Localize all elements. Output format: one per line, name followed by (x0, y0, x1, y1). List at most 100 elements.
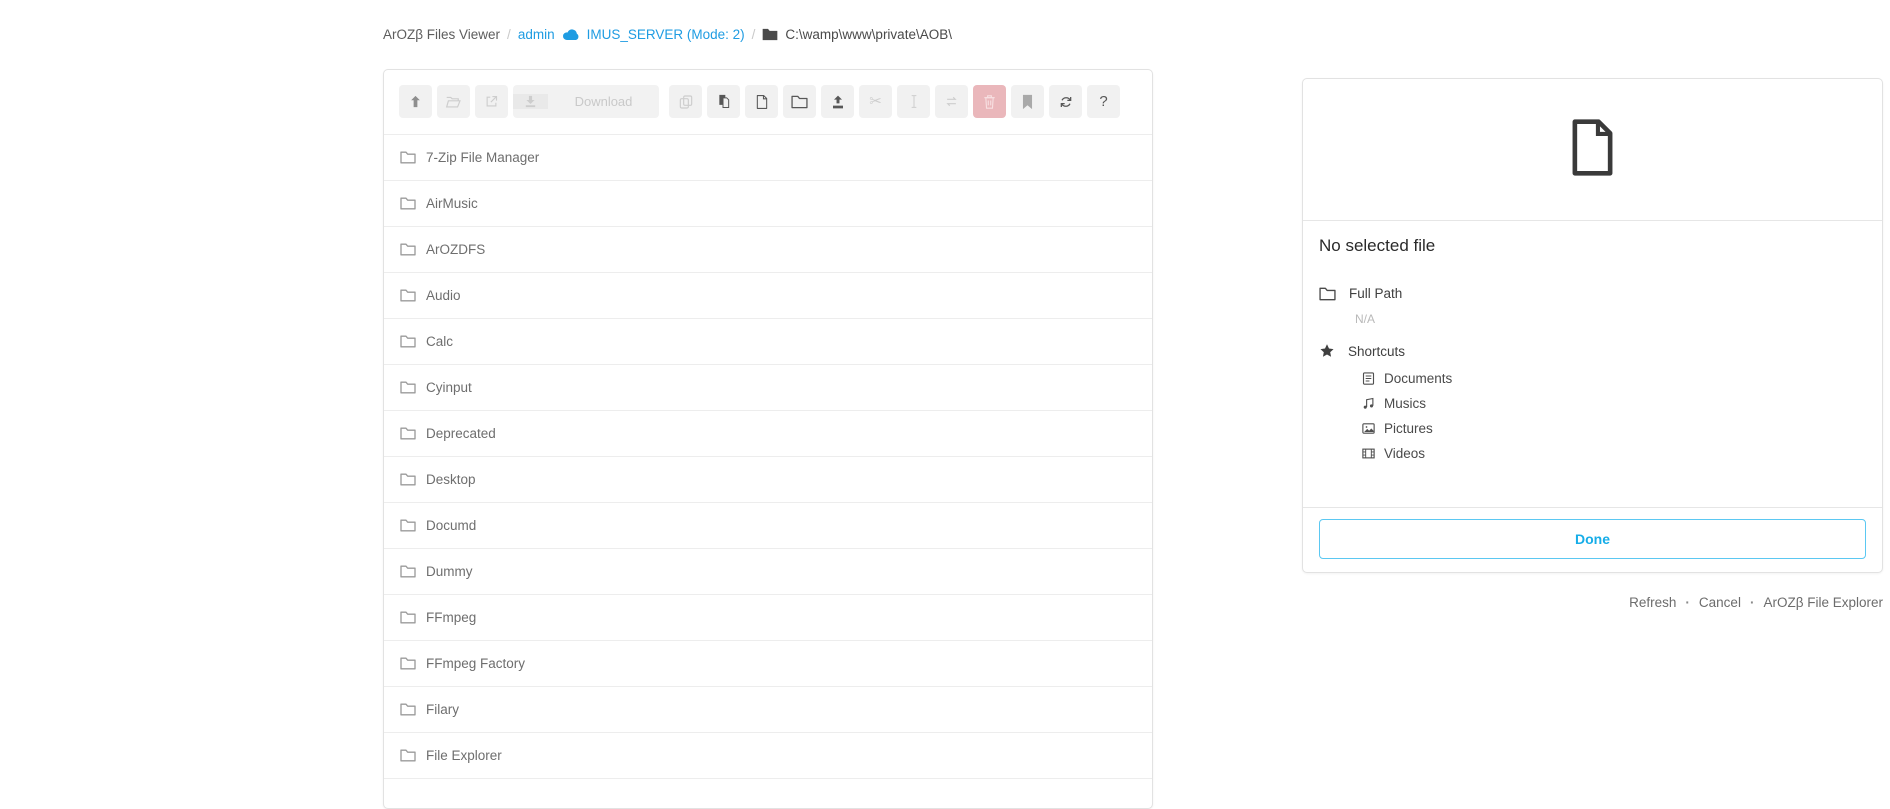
done-button[interactable]: Done (1319, 519, 1866, 559)
file-row[interactable]: Dummy (384, 548, 1152, 594)
big-file-icon (1569, 119, 1616, 181)
file-row[interactable]: FFmpeg Factory (384, 640, 1152, 686)
folder-open-icon (445, 94, 462, 109)
new-file-button[interactable] (745, 85, 778, 118)
folder-icon (400, 335, 416, 348)
folder-icon (762, 28, 778, 41)
cut-button[interactable]: ✂ (859, 85, 892, 118)
star-icon (1319, 343, 1335, 359)
new-folder-button[interactable] (783, 85, 816, 118)
dot-separator: · (1750, 595, 1755, 610)
trash-icon (982, 94, 997, 110)
exchange-arrows-icon (943, 94, 960, 109)
pictures-icon (1361, 421, 1376, 436)
file-name: Deprecated (426, 426, 496, 441)
no-selection-title: No selected file (1319, 236, 1866, 256)
shortcut-pictures[interactable]: Pictures (1361, 416, 1866, 441)
file-name: 7-Zip File Manager (426, 150, 539, 165)
folder-icon (400, 749, 416, 762)
music-icon (1361, 396, 1376, 411)
file-row[interactable]: Desktop (384, 456, 1152, 502)
shortcut-label: Videos (1384, 446, 1425, 461)
footer-links: Refresh · Cancel · ArOZβ File Explorer (1629, 595, 1883, 610)
file-name: FFmpeg (426, 610, 476, 625)
videos-icon (1361, 446, 1376, 461)
swap-button[interactable] (935, 85, 968, 118)
folder-icon (400, 473, 416, 486)
file-row[interactable]: Deprecated (384, 410, 1152, 456)
question-icon: ? (1099, 94, 1107, 109)
rename-button[interactable] (897, 85, 930, 118)
folder-icon (400, 611, 416, 624)
upload-button[interactable] (821, 85, 854, 118)
download-icon (513, 94, 548, 109)
file-browser-card: Download ✂ (383, 69, 1153, 809)
upload-icon (830, 94, 846, 110)
refresh-link[interactable]: Refresh (1629, 595, 1676, 610)
current-path: C:\wamp\www\private\AOB\ (785, 27, 952, 42)
file-name: Filary (426, 702, 459, 717)
delete-button[interactable] (973, 85, 1006, 118)
folder-icon (400, 519, 416, 532)
toolbar: Download ✂ (384, 70, 1152, 134)
bookmark-icon (1021, 94, 1034, 110)
breadcrumb-separator: / (507, 27, 511, 42)
shortcuts-row: Shortcuts (1319, 343, 1866, 359)
file-row[interactable]: FFmpeg (384, 594, 1152, 640)
file-name: Dummy (426, 564, 473, 579)
file-row[interactable]: File Explorer (384, 732, 1152, 778)
shortcut-label: Documents (1384, 371, 1452, 386)
full-path-label: Full Path (1349, 286, 1402, 301)
breadcrumb-server-link[interactable]: IMUS_SERVER (Mode: 2) (587, 27, 745, 42)
download-label: Download (548, 94, 659, 109)
file-row[interactable]: Audio (384, 272, 1152, 318)
download-button[interactable]: Download (513, 85, 659, 118)
file-row[interactable]: Documd (384, 502, 1152, 548)
folder-icon (400, 381, 416, 394)
file-name: FFmpeg Factory (426, 656, 525, 671)
folder-icon (400, 289, 416, 302)
paste-button[interactable] (707, 85, 740, 118)
file-row[interactable]: Filary (384, 686, 1152, 732)
open-button[interactable] (437, 85, 470, 118)
shortcut-documents[interactable]: Documents (1361, 366, 1866, 391)
file-name: Documd (426, 518, 476, 533)
cloud-icon (562, 28, 580, 41)
file-name: Calc (426, 334, 453, 349)
file-name: AirMusic (426, 196, 478, 211)
open-in-new-window-button[interactable] (475, 85, 508, 118)
file-list-partial-row (384, 778, 1152, 792)
dot-separator: · (1685, 595, 1690, 610)
scissors-icon: ✂ (869, 94, 882, 109)
file-row[interactable]: ArOZDFS (384, 226, 1152, 272)
copy-button[interactable] (669, 85, 702, 118)
file-explorer-link[interactable]: ArOZβ File Explorer (1763, 595, 1883, 610)
refresh-button[interactable] (1049, 85, 1082, 118)
shortcut-musics[interactable]: Musics (1361, 391, 1866, 416)
folder-icon (400, 151, 416, 164)
shortcut-label: Musics (1384, 396, 1426, 411)
documents-icon (1361, 371, 1376, 386)
cancel-link[interactable]: Cancel (1699, 595, 1741, 610)
folder-icon (400, 565, 416, 578)
shortcut-videos[interactable]: Videos (1361, 441, 1866, 466)
file-row[interactable]: 7-Zip File Manager (384, 134, 1152, 180)
file-name: Desktop (426, 472, 476, 487)
help-button[interactable]: ? (1087, 85, 1120, 118)
clone-icon (678, 94, 694, 110)
refresh-icon (1058, 94, 1074, 110)
bookmark-button[interactable] (1011, 85, 1044, 118)
file-row[interactable]: AirMusic (384, 180, 1152, 226)
folder-icon (400, 197, 416, 210)
file-list: 7-Zip File Manager AirMusic ArOZDFS Audi… (384, 134, 1152, 778)
folder-icon (400, 703, 416, 716)
folder-icon (400, 427, 416, 440)
file-row[interactable]: Calc (384, 318, 1152, 364)
file-row[interactable]: Cyinput (384, 364, 1152, 410)
shortcut-list: Documents Musics Pictures Videos (1361, 366, 1866, 466)
up-button[interactable] (399, 85, 432, 118)
folder-outline-icon (1319, 287, 1336, 301)
breadcrumb-user-link[interactable]: admin (518, 27, 555, 42)
arrow-up-icon (408, 94, 423, 109)
preview-section (1303, 79, 1882, 221)
